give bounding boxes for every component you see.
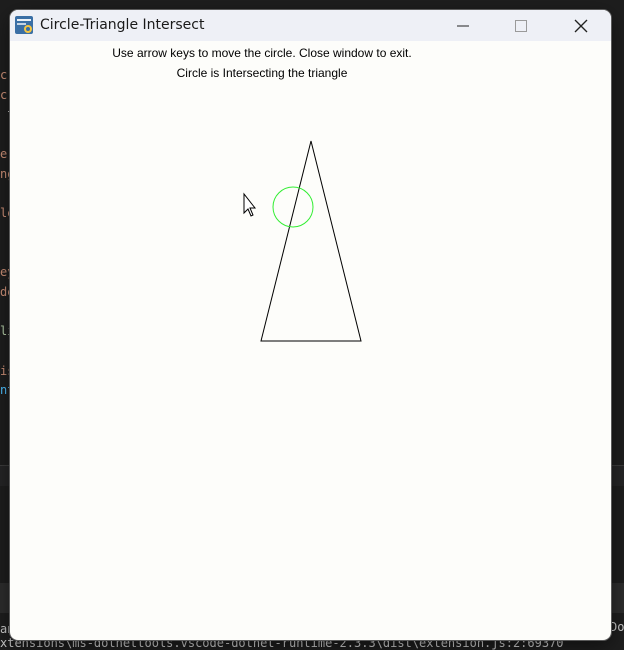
maximize-icon	[515, 19, 527, 32]
minimize-icon	[457, 25, 469, 26]
movable-circle[interactable]	[272, 186, 314, 228]
drawing-canvas[interactable]: Use arrow keys to move the circle. Close…	[10, 41, 611, 640]
close-button[interactable]	[551, 10, 611, 41]
terminal-right-fragment: Do	[610, 620, 624, 634]
python-app-icon	[15, 16, 33, 34]
close-icon	[574, 19, 588, 32]
scene-svg	[243, 140, 362, 342]
minimize-button[interactable]	[434, 10, 492, 41]
triangle-shape	[260, 140, 362, 342]
maximize-button[interactable]	[492, 10, 550, 41]
mouse-cursor-icon	[243, 192, 257, 217]
window-title: Circle-Triangle Intersect	[40, 17, 205, 33]
title-bar[interactable]: Circle-Triangle Intersect	[10, 10, 611, 41]
app-window: Circle-Triangle Intersect Use arrow keys…	[10, 10, 611, 640]
